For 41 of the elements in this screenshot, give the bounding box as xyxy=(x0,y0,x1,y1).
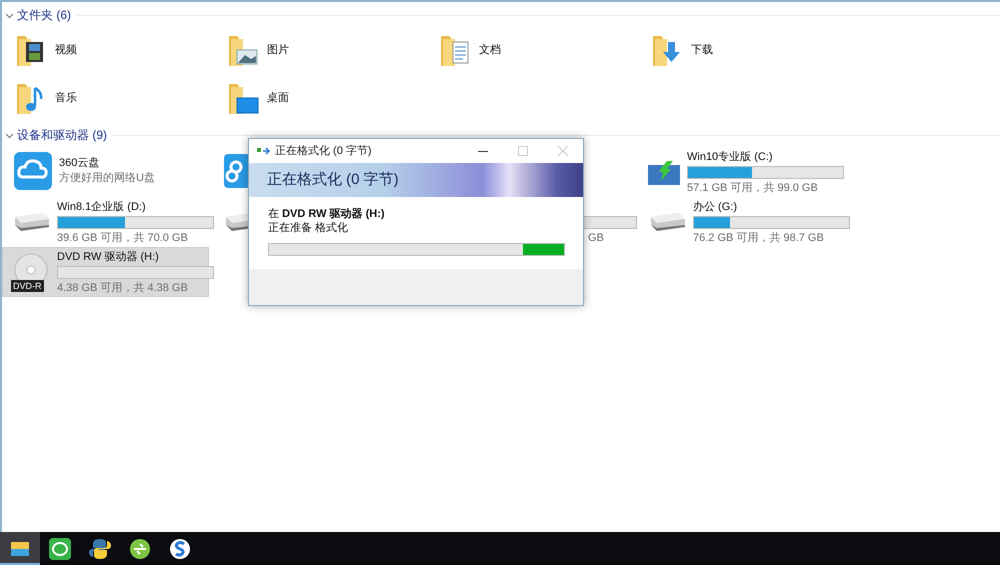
format-target: 在 DVD RW 驱动器 (H:) xyxy=(268,207,386,221)
device-item[interactable]: 360云盘 方便好用的网络U盘 xyxy=(2,147,209,195)
drive-name: DVD RW 驱动器 (H:) xyxy=(57,250,160,264)
taskbar-button[interactable] xyxy=(0,532,40,565)
folder-icon[interactable] xyxy=(11,540,29,556)
drive-space: 4.38 GB 可用，共 4.38 GB xyxy=(57,280,189,294)
section-title[interactable]: 文件夹 (6) xyxy=(17,6,71,24)
device-item[interactable]: 办公 (G:) 76.2 GB 可用，共 98.7 GB xyxy=(638,197,845,247)
folder-item[interactable]: 视频 xyxy=(15,31,227,69)
chevron-icon[interactable] xyxy=(5,130,14,140)
cloud-drive-icon xyxy=(13,151,53,191)
folder-item[interactable]: 桌面 xyxy=(227,79,439,117)
folder-item[interactable]: 音乐 xyxy=(15,79,227,117)
s-logo-icon[interactable] xyxy=(169,538,191,560)
maximize-icon xyxy=(518,146,528,156)
drive-space: 57.1 GB 可用，共 99.0 GB xyxy=(687,180,819,194)
close-icon xyxy=(558,146,568,156)
section-title[interactable]: 设备和驱动器 (9) xyxy=(17,126,107,144)
folder-item[interactable]: 文档 xyxy=(439,31,651,69)
window-title: 正在格式化 (0 字节) xyxy=(275,144,373,159)
folder-item[interactable]: 图片 xyxy=(227,31,439,69)
format-status: 正在准备 格式化 xyxy=(268,221,350,235)
device-item[interactable]: Win10专业版 (C:) 57.1 GB 可用，共 99.0 GB xyxy=(638,147,845,197)
chat-icon[interactable] xyxy=(49,538,71,560)
dialog-heading: 正在格式化 (0 字节) xyxy=(267,170,399,190)
python-icon[interactable] xyxy=(89,538,111,560)
minimize-icon xyxy=(478,150,488,152)
round-app-icon[interactable] xyxy=(129,538,151,560)
drive-space: GB xyxy=(587,230,605,244)
disc-type-badge: DVD-R xyxy=(11,280,44,292)
drive-subtitle: 方便好用的网络U盘 xyxy=(59,170,155,186)
device-item[interactable]: Win8.1企业版 (D:) 39.6 GB 可用，共 70.0 GB xyxy=(2,197,209,247)
drive-name: Win10专业版 (C:) xyxy=(687,150,774,164)
drive-name: 办公 (G:) xyxy=(693,200,738,214)
folder-item[interactable]: 下载 xyxy=(651,31,863,69)
drive-space: 39.6 GB 可用，共 70.0 GB xyxy=(57,230,189,244)
drive-name: 360云盘 xyxy=(59,156,100,170)
drive-space: 76.2 GB 可用，共 98.7 GB xyxy=(693,230,825,244)
format-icon xyxy=(257,146,271,156)
chevron-icon[interactable] xyxy=(5,10,14,20)
drive-name: Win8.1企业版 (D:) xyxy=(57,200,147,214)
